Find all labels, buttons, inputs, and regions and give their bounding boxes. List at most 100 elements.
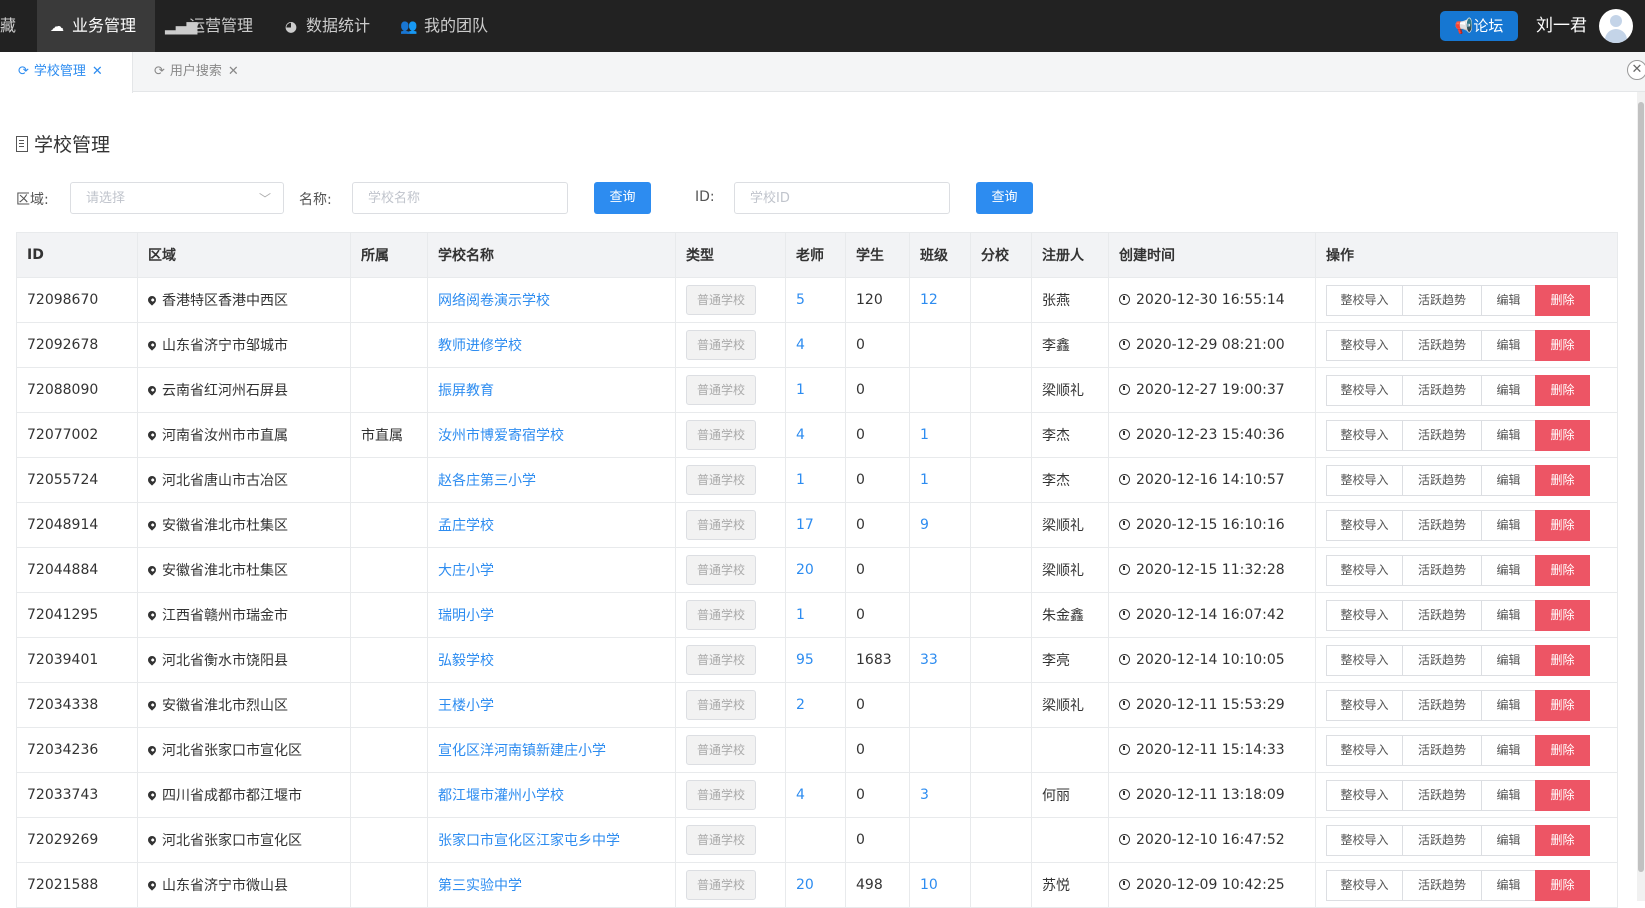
activity-trend-button[interactable]: 活跃趋势 — [1402, 734, 1482, 766]
delete-button[interactable]: 删除 — [1535, 329, 1590, 361]
teachers-count-link[interactable]: 4 — [785, 322, 846, 368]
tab-user-search[interactable]: ⟳ 用户搜索 ✕ — [136, 52, 239, 92]
nav-item-operations[interactable]: ▂▄▆运营管理 — [165, 0, 253, 52]
teachers-count-link[interactable] — [785, 727, 846, 773]
edit-button[interactable]: 编辑 — [1481, 689, 1536, 721]
import-school-button[interactable]: 整校导入 — [1326, 419, 1403, 451]
import-school-button[interactable]: 整校导入 — [1326, 374, 1403, 406]
classes-count-link[interactable]: 9 — [909, 502, 971, 548]
activity-trend-button[interactable]: 活跃趋势 — [1402, 689, 1482, 721]
avatar[interactable] — [1599, 9, 1633, 43]
teachers-count-link[interactable]: 17 — [785, 502, 846, 548]
close-icon[interactable]: ✕ — [228, 64, 239, 79]
query-button[interactable]: 查询 — [594, 182, 651, 214]
school-name-link[interactable]: 孟庄学校 — [427, 502, 676, 548]
nav-item-cut[interactable]: 藏 — [0, 0, 16, 52]
import-school-button[interactable]: 整校导入 — [1326, 464, 1403, 496]
edit-button[interactable]: 编辑 — [1481, 329, 1536, 361]
import-school-button[interactable]: 整校导入 — [1326, 824, 1403, 856]
edit-button[interactable]: 编辑 — [1481, 734, 1536, 766]
edit-button[interactable]: 编辑 — [1481, 374, 1536, 406]
teachers-count-link[interactable]: 5 — [785, 277, 846, 323]
import-school-button[interactable]: 整校导入 — [1326, 734, 1403, 766]
forum-button[interactable]: 📢论坛 — [1440, 11, 1518, 41]
column-header[interactable]: ID — [16, 232, 138, 278]
teachers-count-link[interactable]: 4 — [785, 772, 846, 818]
school-name-input[interactable] — [353, 183, 567, 213]
column-header[interactable]: 注册人 — [1031, 232, 1109, 278]
school-name-link[interactable]: 张家口市宣化区江家屯乡中学 — [427, 817, 676, 863]
column-header[interactable]: 老师 — [785, 232, 846, 278]
edit-button[interactable]: 编辑 — [1481, 419, 1536, 451]
classes-count-link[interactable] — [909, 322, 971, 368]
activity-trend-button[interactable]: 活跃趋势 — [1402, 824, 1482, 856]
teachers-count-link[interactable]: 20 — [785, 547, 846, 593]
import-school-button[interactable]: 整校导入 — [1326, 284, 1403, 316]
classes-count-link[interactable]: 3 — [909, 772, 971, 818]
activity-trend-button[interactable]: 活跃趋势 — [1402, 644, 1482, 676]
teachers-count-link[interactable]: 2 — [785, 682, 846, 728]
edit-button[interactable]: 编辑 — [1481, 824, 1536, 856]
school-name-link[interactable]: 王楼小学 — [427, 682, 676, 728]
delete-button[interactable]: 删除 — [1535, 284, 1590, 316]
activity-trend-button[interactable]: 活跃趋势 — [1402, 599, 1482, 631]
classes-count-link[interactable] — [909, 682, 971, 728]
classes-count-link[interactable] — [909, 817, 971, 863]
user-name[interactable]: 刘一君 — [1536, 0, 1587, 52]
school-name-link[interactable]: 振屏教育 — [427, 367, 676, 413]
delete-button[interactable]: 删除 — [1535, 374, 1590, 406]
edit-button[interactable]: 编辑 — [1481, 599, 1536, 631]
delete-button[interactable]: 删除 — [1535, 599, 1590, 631]
school-name-link[interactable]: 教师进修学校 — [427, 322, 676, 368]
teachers-count-link[interactable]: 1 — [785, 367, 846, 413]
delete-button[interactable]: 删除 — [1535, 464, 1590, 496]
classes-count-link[interactable]: 12 — [909, 277, 971, 323]
delete-button[interactable]: 删除 — [1535, 689, 1590, 721]
column-header[interactable]: 学生 — [845, 232, 910, 278]
edit-button[interactable]: 编辑 — [1481, 644, 1536, 676]
edit-button[interactable]: 编辑 — [1481, 554, 1536, 586]
nav-item-statistics[interactable]: ◕ 数据统计 — [282, 0, 370, 52]
delete-button[interactable]: 删除 — [1535, 419, 1590, 451]
scrollbar-thumb[interactable] — [1638, 102, 1644, 872]
delete-button[interactable]: 删除 — [1535, 824, 1590, 856]
classes-count-link[interactable] — [909, 727, 971, 773]
import-school-button[interactable]: 整校导入 — [1326, 689, 1403, 721]
column-header[interactable]: 学校名称 — [427, 232, 676, 278]
activity-trend-button[interactable]: 活跃趋势 — [1402, 419, 1482, 451]
teachers-count-link[interactable]: 1 — [785, 592, 846, 638]
teachers-count-link[interactable] — [785, 817, 846, 863]
activity-trend-button[interactable]: 活跃趋势 — [1402, 464, 1482, 496]
import-school-button[interactable]: 整校导入 — [1326, 554, 1403, 586]
activity-trend-button[interactable]: 活跃趋势 — [1402, 554, 1482, 586]
region-select-input[interactable] — [71, 183, 283, 213]
delete-button[interactable]: 删除 — [1535, 734, 1590, 766]
column-header[interactable]: 所属 — [350, 232, 428, 278]
import-school-button[interactable]: 整校导入 — [1326, 329, 1403, 361]
delete-button[interactable]: 删除 — [1535, 779, 1590, 811]
teachers-count-link[interactable]: 95 — [785, 637, 846, 683]
edit-button[interactable]: 编辑 — [1481, 284, 1536, 316]
import-school-button[interactable]: 整校导入 — [1326, 869, 1403, 901]
delete-button[interactable]: 删除 — [1535, 644, 1590, 676]
teachers-count-link[interactable]: 4 — [785, 412, 846, 458]
classes-count-link[interactable]: 1 — [909, 457, 971, 503]
school-name-link[interactable]: 都江堰市灌州小学校 — [427, 772, 676, 818]
page-scrollbar[interactable] — [1637, 92, 1645, 901]
activity-trend-button[interactable]: 活跃趋势 — [1402, 509, 1482, 541]
region-select[interactable]: ﹀ — [70, 182, 284, 214]
column-header[interactable]: 创建时间 — [1108, 232, 1316, 278]
school-name-link[interactable]: 大庄小学 — [427, 547, 676, 593]
import-school-button[interactable]: 整校导入 — [1326, 779, 1403, 811]
close-icon[interactable]: ✕ — [92, 64, 103, 79]
import-school-button[interactable]: 整校导入 — [1326, 644, 1403, 676]
classes-count-link[interactable]: 33 — [909, 637, 971, 683]
school-name-link[interactable]: 赵各庄第三小学 — [427, 457, 676, 503]
nav-item-team[interactable]: 👥 我的团队 — [400, 0, 488, 52]
classes-count-link[interactable] — [909, 592, 971, 638]
import-school-button[interactable]: 整校导入 — [1326, 509, 1403, 541]
teachers-count-link[interactable]: 1 — [785, 457, 846, 503]
activity-trend-button[interactable]: 活跃趋势 — [1402, 374, 1482, 406]
classes-count-link[interactable] — [909, 547, 971, 593]
school-name-field[interactable] — [352, 182, 568, 214]
